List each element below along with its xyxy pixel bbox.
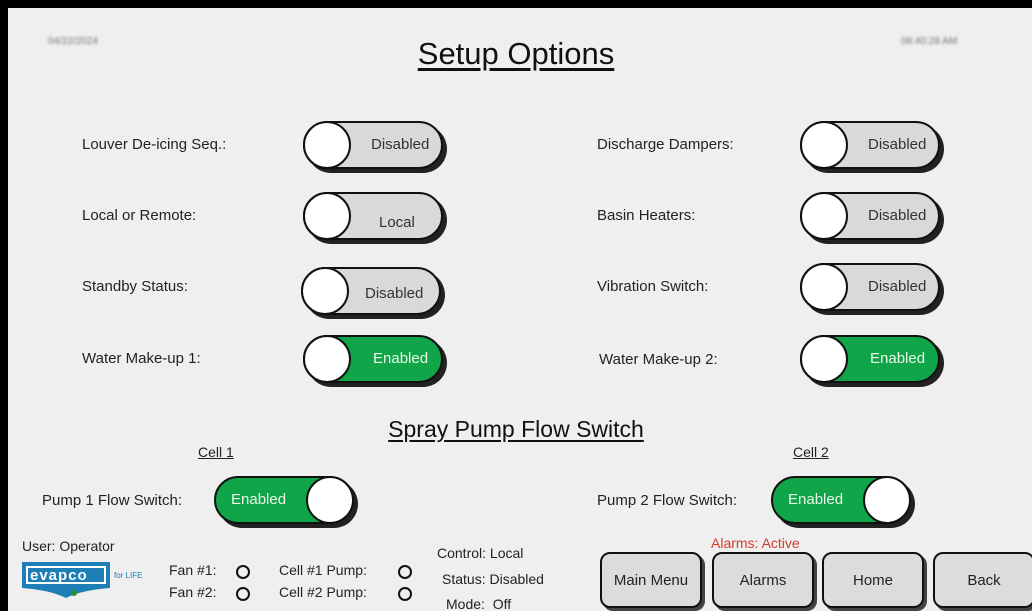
main-menu-button[interactable]: Main Menu xyxy=(600,552,702,608)
toggle-state: Disabled xyxy=(868,278,927,295)
louver-deicing-toggle[interactable]: Disabled xyxy=(303,121,443,169)
cell-2-pump-label: Cell #2 Pump: xyxy=(279,584,367,600)
fan-2-label: Fan #2: xyxy=(169,584,217,600)
toggle-state: Enabled xyxy=(788,491,844,508)
discharge-dampers-toggle[interactable]: Disabled xyxy=(800,121,940,169)
toggle-knob xyxy=(301,267,349,315)
discharge-dampers-label: Discharge Dampers: xyxy=(597,136,734,153)
vibration-switch-label: Vibration Switch: xyxy=(597,278,709,295)
toggle-state: Disabled xyxy=(868,207,927,224)
cell-1-pump-indicator xyxy=(398,565,412,579)
fan-2-indicator xyxy=(236,587,250,601)
cell-2-title: Cell 2 xyxy=(793,444,829,460)
toggle-knob xyxy=(800,335,848,383)
system-status: Status: Disabled xyxy=(442,571,544,587)
basin-heaters-label: Basin Heaters: xyxy=(597,207,696,224)
hmi-screen: 04/22/2024 08:40:28 AM Setup Options Lou… xyxy=(8,8,1032,611)
cell-1-pump-label: Cell #1 Pump: xyxy=(279,562,367,578)
toggle-state: Enabled xyxy=(231,491,287,508)
pump-2-flow-label: Pump 2 Flow Switch: xyxy=(597,492,738,509)
alarms-button[interactable]: Alarms xyxy=(712,552,814,608)
toggle-knob xyxy=(303,335,351,383)
toggle-knob xyxy=(800,263,848,311)
local-remote-toggle[interactable]: Local xyxy=(303,192,443,240)
toggle-state: Enabled xyxy=(870,350,926,367)
toggle-state: Enabled xyxy=(373,350,429,367)
local-remote-label: Local or Remote: xyxy=(82,207,197,224)
toggle-knob xyxy=(303,192,351,240)
standby-status-toggle[interactable]: Disabled xyxy=(301,267,441,315)
water-makeup-2-toggle[interactable]: Enabled xyxy=(800,335,940,383)
toggle-knob xyxy=(863,476,911,524)
toggle-state: Disabled xyxy=(868,136,927,153)
cell-1-title: Cell 1 xyxy=(198,444,234,460)
louver-deicing-label: Louver De-icing Seq.: xyxy=(82,136,227,153)
toggle-state: Disabled xyxy=(365,285,424,302)
standby-status-label: Standby Status: xyxy=(82,278,188,295)
pump-1-flow-label: Pump 1 Flow Switch: xyxy=(42,492,183,509)
control-status: Control: Local xyxy=(437,545,524,561)
back-button[interactable]: Back xyxy=(933,552,1032,608)
home-button[interactable]: Home xyxy=(822,552,924,608)
water-makeup-1-label: Water Make-up 1: xyxy=(82,350,201,367)
logo-tagline: for LIFE xyxy=(114,571,143,580)
cell-2-pump-indicator xyxy=(398,587,412,601)
fan-1-label: Fan #1: xyxy=(169,562,217,578)
evapco-logo: evapco for LIFE xyxy=(22,560,154,600)
water-makeup-2-label: Water Make-up 2: xyxy=(599,351,718,368)
toggle-state: Disabled xyxy=(371,136,430,153)
logo-text: evapco xyxy=(30,567,88,584)
mode-status: Mode: Off xyxy=(446,596,512,611)
toggle-knob xyxy=(800,192,848,240)
basin-heaters-toggle[interactable]: Disabled xyxy=(800,192,940,240)
pump-2-flow-toggle[interactable]: Enabled xyxy=(771,476,911,524)
vibration-switch-toggle[interactable]: Disabled xyxy=(800,263,940,311)
page-title: Setup Options xyxy=(417,36,615,71)
fan-1-indicator xyxy=(236,565,250,579)
water-makeup-1-toggle[interactable]: Enabled xyxy=(303,335,443,383)
user-label: User: Operator xyxy=(22,538,115,554)
alarms-status: Alarms: Active xyxy=(711,535,800,551)
toggle-knob xyxy=(800,121,848,169)
toggle-state: Local xyxy=(379,214,415,231)
pump-1-flow-toggle[interactable]: Enabled xyxy=(214,476,354,524)
toggle-knob xyxy=(306,476,354,524)
toggle-knob xyxy=(303,121,351,169)
flow-switch-title: Spray Pump Flow Switch xyxy=(388,416,644,442)
